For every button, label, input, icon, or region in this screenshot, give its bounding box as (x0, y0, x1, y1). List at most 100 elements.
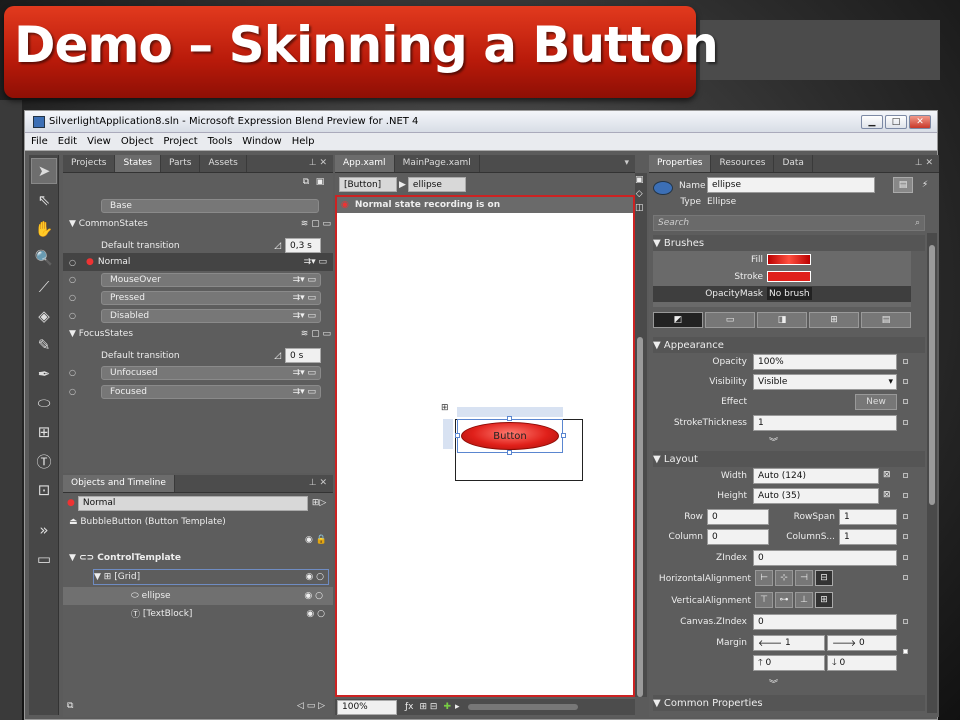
advanced-options-icon[interactable] (903, 619, 908, 624)
margin-top-field[interactable]: 🡑 0 (753, 655, 825, 671)
align-vstretch-icon[interactable]: ⊞ (815, 592, 833, 608)
transition-add-icon[interactable]: ⇉▾ ▭ (293, 275, 316, 285)
state-unfocused[interactable]: Unfocused ⇉▾ ▭ (101, 366, 321, 380)
columnspan-field[interactable]: 1 (839, 529, 897, 545)
tree-controltemplate[interactable]: ▼ ⊂⊃ ControlTemplate (69, 553, 181, 563)
eye-icon[interactable]: ◉ ○ (306, 609, 325, 619)
ellipse-tool-icon[interactable]: ⬭ (31, 390, 57, 416)
advanced-options-icon[interactable] (903, 555, 908, 560)
resize-handle[interactable] (507, 450, 512, 455)
tab-projects[interactable]: Projects (63, 155, 116, 172)
xaml-view-icon[interactable]: ◇ (636, 189, 643, 199)
advanced-options-icon[interactable] (903, 649, 908, 654)
column-field[interactable]: 0 (707, 529, 769, 545)
timeline-toggle-icon[interactable]: ⊞▷ (312, 498, 326, 508)
scope-up-icon[interactable]: ⏏ (69, 517, 80, 527)
selection-tool-icon[interactable]: ➤ (31, 158, 57, 184)
tab-assets[interactable]: Assets (200, 155, 247, 172)
lock-icon[interactable]: 🔒 (316, 535, 327, 545)
snap-toggle-icon[interactable]: ✚ (443, 702, 451, 712)
menu-file[interactable]: File (31, 136, 48, 147)
effect-new-button[interactable]: New (855, 394, 897, 410)
properties-view-icon[interactable]: ▤ (893, 177, 913, 193)
timeline-zoom-icon[interactable]: ◁ ▭ ▷ (297, 701, 325, 711)
appearance-section-header[interactable]: ▼ Appearance (653, 337, 925, 353)
menu-tools[interactable]: Tools (208, 136, 233, 147)
advanced-options-icon[interactable] (903, 575, 908, 580)
rowspan-field[interactable]: 1 (839, 509, 897, 525)
height-field[interactable]: Auto (35) (753, 488, 879, 504)
menu-view[interactable]: View (87, 136, 111, 147)
menu-window[interactable]: Window (242, 136, 281, 147)
tab-states[interactable]: States (115, 155, 161, 172)
doc-menu-icon[interactable]: ▾ (618, 155, 635, 172)
stroke-swatch[interactable] (767, 271, 811, 282)
pin-icon[interactable]: ⊥ ✕ (303, 475, 333, 492)
timeline-state-field[interactable]: Normal (77, 495, 308, 511)
tab-parts[interactable]: Parts (161, 155, 201, 172)
recent-asset-icon[interactable]: ▭ (31, 546, 57, 572)
tree-grid[interactable]: ▼ ⊞ [Grid] ◉ ○ (93, 569, 329, 585)
grid-row-ruler[interactable] (443, 419, 453, 449)
advanced-options-icon[interactable] (903, 359, 908, 364)
add-state-group-icon[interactable]: ⧉ (299, 177, 313, 187)
resize-handle[interactable] (561, 433, 566, 438)
eye-icon[interactable]: ◉ (305, 535, 313, 545)
transition-add-icon[interactable]: ⇉▾ ▭ (304, 257, 327, 267)
state-normal[interactable]: ○ ● Normal ⇉▾ ▭ (63, 253, 333, 271)
advanced-options-icon[interactable] (903, 473, 908, 478)
brush-resources-icon[interactable]: ▤ (861, 312, 911, 328)
direct-selection-tool-icon[interactable]: ⇖ (31, 187, 57, 213)
zoom-tool-icon[interactable]: 🔍 (31, 245, 57, 271)
state-pressed[interactable]: Pressed ⇉▾ ▭ (101, 291, 321, 305)
minimize-button[interactable]: ▁ (861, 114, 883, 129)
advanced-options-icon[interactable] (903, 493, 908, 498)
state-disabled[interactable]: Disabled ⇉▾ ▭ (101, 309, 321, 323)
margin-left-field[interactable]: 🡐 1 (753, 635, 825, 651)
common-properties-section-header[interactable]: ▼ Common Properties (653, 695, 925, 711)
tab-objects-timeline[interactable]: Objects and Timeline (63, 475, 175, 492)
property-search-input[interactable]: Search ⌕ (653, 215, 925, 231)
brushes-section-header[interactable]: ▼ Brushes (653, 235, 925, 251)
advanced-options-icon[interactable] (903, 379, 908, 384)
resize-handle[interactable] (507, 416, 512, 421)
control-tool-icon[interactable]: ⊡ (31, 477, 57, 503)
maximize-button[interactable]: □ (885, 114, 907, 129)
paint-bucket-tool-icon[interactable]: ◈ (31, 303, 57, 329)
margin-bottom-field[interactable]: 🡓 0 (827, 655, 897, 671)
visibility-select[interactable]: Visible ▾ (753, 374, 897, 390)
fill-swatch[interactable] (767, 254, 811, 265)
tile-brush-icon[interactable]: ⊞ (809, 312, 859, 328)
margin-right-field[interactable]: 🡒 0 (827, 635, 897, 651)
menu-edit[interactable]: Edit (58, 136, 77, 147)
tree-ellipse[interactable]: ⬭ ellipse ◉ ○ (63, 587, 333, 605)
opacitymask-value[interactable]: No brush (767, 287, 812, 300)
textblock-tool-icon[interactable]: Ⓣ (31, 448, 57, 474)
eye-icon[interactable]: ◉ ○ (305, 572, 324, 582)
show-preview-icon[interactable]: ▣ (313, 177, 327, 187)
zindex-field[interactable]: 0 (753, 550, 897, 566)
eye-icon[interactable]: ◉ ○ (304, 591, 323, 601)
design-view-icon[interactable]: ▣ (635, 175, 644, 185)
zoom-field[interactable]: 100% (337, 699, 397, 715)
align-top-icon[interactable]: ⊤ (755, 592, 773, 608)
strokethickness-field[interactable]: 1 (753, 415, 897, 431)
auto-size-icon[interactable]: ⊠ (883, 470, 891, 480)
breadcrumb-ellipse[interactable]: ellipse (407, 177, 466, 192)
events-view-icon[interactable]: ⚡ (915, 177, 935, 193)
width-field[interactable]: Auto (124) (753, 468, 879, 484)
menu-object[interactable]: Object (121, 136, 154, 147)
easing-icon[interactable]: ◿ (274, 351, 281, 361)
advanced-options-icon[interactable] (903, 420, 908, 425)
opacity-field[interactable]: 100% (753, 354, 897, 370)
tab-app-xaml[interactable]: App.xaml (335, 155, 395, 172)
brush-transform-tool-icon[interactable]: ✎ (31, 332, 57, 358)
snap-lines-icon[interactable]: ▸ (455, 702, 460, 712)
tab-properties[interactable]: Properties (649, 155, 712, 172)
state-base[interactable]: Base (101, 199, 319, 213)
align-right-icon[interactable]: ⊣ (795, 570, 813, 586)
state-group-common[interactable]: ▼ CommonStates ≋ ▢ ▭ (69, 219, 331, 229)
name-field[interactable]: ellipse (707, 177, 875, 193)
tab-data[interactable]: Data (774, 155, 813, 172)
close-button[interactable]: ✕ (909, 114, 931, 129)
